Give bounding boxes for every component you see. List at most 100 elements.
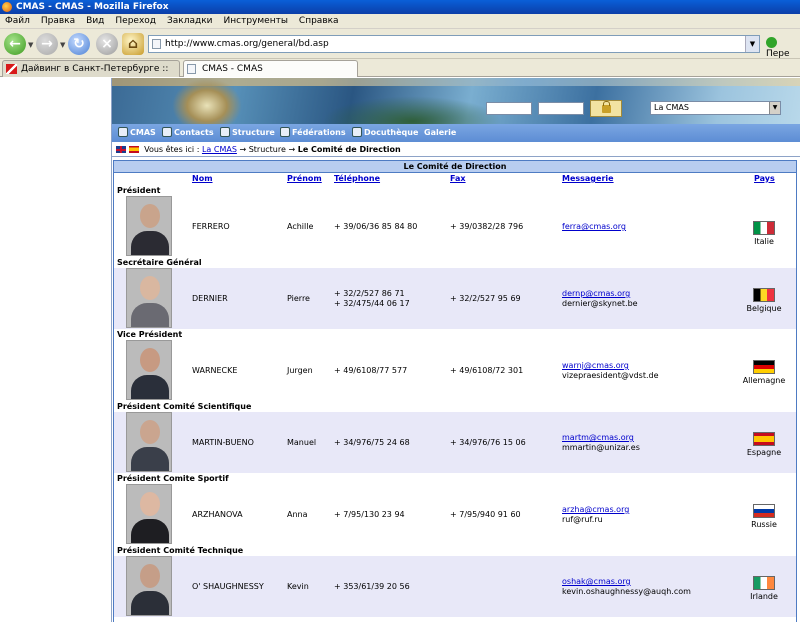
tab-diving-spb[interactable]: Дайвинг в Санкт-Петербурге :: Просмо... — [2, 60, 180, 90]
member-telephone: + 39/06/36 85 84 80 — [334, 222, 417, 232]
nav-cmas[interactable]: CMAS — [118, 127, 156, 139]
photo-body — [131, 231, 169, 255]
menu-go[interactable]: Переход — [110, 14, 162, 29]
member-pays: Allemagne — [728, 360, 796, 386]
photo-head — [140, 564, 160, 588]
home-icon: ⌂ — [127, 36, 139, 52]
table-row: MARTIN-BUENO Manuel + 34/976/75 24 68 + 34/… — [114, 412, 796, 473]
tab-cmas[interactable]: CMAS - CMAS — [183, 60, 358, 77]
page-icon — [187, 64, 196, 74]
cmas-email-link[interactable]: oshak@cmas.org — [562, 577, 691, 587]
spanish-flag-icon[interactable] — [128, 146, 139, 153]
member-nom: FERRERO — [192, 222, 230, 231]
telephone-1: + 32/2/527 86 71 — [334, 289, 405, 298]
role-heading: Président Comite Sportif — [117, 474, 229, 483]
cmas-email-link[interactable]: dernp@cmas.org — [562, 289, 638, 299]
nav-contacts[interactable]: Contacts — [162, 127, 214, 139]
breadcrumb-link-la-cmas[interactable]: La CMAS — [202, 145, 237, 154]
login-button[interactable] — [590, 100, 622, 117]
member-prenom: Pierre — [287, 294, 310, 303]
member-messagerie: martm@cmas.org mmartin@unizar.es — [562, 433, 640, 453]
member-prenom: Achille — [287, 222, 314, 231]
reload-button[interactable]: ↻ — [68, 33, 90, 55]
member-fax: + 7/95/940 91 60 — [450, 510, 521, 519]
member-messagerie: dernp@cmas.org dernier@skynet.be — [562, 289, 638, 309]
reload-icon: ↻ — [73, 36, 85, 52]
back-history-dropdown-icon[interactable]: ▼ — [28, 41, 33, 49]
login-field[interactable] — [486, 102, 532, 115]
contacts-icon — [162, 127, 172, 137]
photo-head — [140, 420, 160, 444]
table-row: O' SHAUGHNESSY Kevin + 353/61/39 20 56 osha… — [114, 556, 796, 617]
menu-edit[interactable]: Правка — [36, 14, 81, 29]
header-fax[interactable]: Fax — [450, 174, 466, 183]
banner-reef-image — [322, 96, 502, 124]
role-heading: Président — [117, 186, 161, 195]
back-arrow-icon: ← — [9, 36, 21, 52]
forward-button[interactable]: → — [36, 33, 58, 55]
english-flag-icon[interactable] — [116, 146, 126, 153]
nav-structure[interactable]: Structure — [220, 127, 275, 139]
menu-help[interactable]: Справка — [294, 14, 345, 29]
member-telephone: + 32/2/527 86 71 + 32/475/44 06 17 — [334, 289, 410, 309]
role-heading: Vice Président — [117, 330, 183, 339]
go-button[interactable]: Пере — [766, 37, 800, 59]
country-name: Italie — [754, 237, 774, 246]
cmas-email-link[interactable]: warnj@cmas.org — [562, 361, 659, 371]
nav-galerie[interactable]: Galerie — [424, 127, 456, 139]
telephone-2: + 32/475/44 06 17 — [334, 299, 410, 308]
ireland-flag-icon — [753, 576, 775, 590]
member-fax: + 49/6108/72 301 — [450, 366, 524, 375]
tab-bar: Дайвинг в Санкт-Петербурге :: Просмо... … — [0, 59, 800, 90]
window-title-bar: CMAS - CMAS - Mozilla Firefox — [0, 0, 800, 14]
menu-view[interactable]: Вид — [81, 14, 110, 29]
member-pays: Espagne — [728, 432, 796, 458]
table-row: WARNECKE Jurgen + 49/6108/77 577 + 49/6108/… — [114, 340, 796, 401]
table-header: Nom Prénom Téléphone Fax Messagerie Pays — [114, 173, 796, 185]
nav-label: CMAS — [130, 128, 156, 137]
header-messagerie[interactable]: Messagerie — [562, 174, 614, 183]
menu-bookmarks[interactable]: Закладки — [162, 14, 219, 29]
site-navigation: CMAS Contacts Structure Fédérations Docu… — [112, 124, 800, 142]
country-name: Irlande — [750, 592, 778, 601]
section-select-value: La CMAS — [654, 103, 689, 112]
stop-button[interactable]: × — [96, 33, 118, 55]
url-dropdown-icon[interactable]: ▼ — [745, 36, 759, 52]
tab-label: CMAS - CMAS — [202, 64, 263, 74]
table-row: DERNIER Pierre + 32/2/527 86 71 + 32/475/44… — [114, 268, 796, 329]
globe-icon — [118, 127, 128, 137]
table-body: Président FERRERO Achille + 39/06/36 85 84 … — [114, 185, 796, 617]
role-heading: Président Comité Technique — [117, 546, 244, 555]
chevron-down-icon: ▼ — [769, 102, 780, 114]
member-prenom: Anna — [287, 510, 308, 519]
telephone-1: + 7/95/130 23 94 — [334, 510, 405, 519]
url-bar[interactable]: http://www.cmas.org/general/bd.asp ▼ — [148, 35, 760, 53]
header-prenom[interactable]: Prénom — [287, 174, 322, 183]
member-photo — [126, 196, 172, 256]
back-button[interactable]: ← — [4, 33, 26, 55]
breadcrumb-current: Le Comité de Direction — [297, 145, 401, 154]
menu-file[interactable]: Файл — [0, 14, 36, 29]
country-name: Russie — [751, 520, 777, 529]
menu-tools[interactable]: Инструменты — [219, 14, 294, 29]
nav-docutheque[interactable]: Docuthèque — [352, 127, 418, 139]
member-prenom: Kevin — [287, 582, 309, 591]
cmas-email-link[interactable]: ferra@cmas.org — [562, 222, 626, 232]
section-select[interactable]: La CMAS ▼ — [650, 101, 781, 115]
url-text: http://www.cmas.org/general/bd.asp — [165, 39, 329, 49]
header-pays[interactable]: Pays — [754, 174, 775, 183]
header-telephone[interactable]: Téléphone — [334, 174, 380, 183]
photo-body — [131, 303, 169, 327]
forward-history-dropdown-icon[interactable]: ▼ — [60, 41, 65, 49]
header-nom[interactable]: Nom — [192, 174, 213, 183]
federations-icon — [280, 127, 290, 137]
dive-flag-icon — [6, 64, 17, 74]
cmas-email-link[interactable]: arzha@cmas.org — [562, 505, 629, 515]
country-name: Belgique — [746, 304, 782, 313]
home-button[interactable]: ⌂ — [122, 33, 144, 55]
cmas-email-link[interactable]: martm@cmas.org — [562, 433, 640, 443]
password-field[interactable] — [538, 102, 584, 115]
committee-table: Le Comité de Direction Nom Prénom Téléph… — [113, 160, 797, 622]
nav-federations[interactable]: Fédérations — [280, 127, 346, 139]
nav-label: Galerie — [424, 128, 457, 137]
